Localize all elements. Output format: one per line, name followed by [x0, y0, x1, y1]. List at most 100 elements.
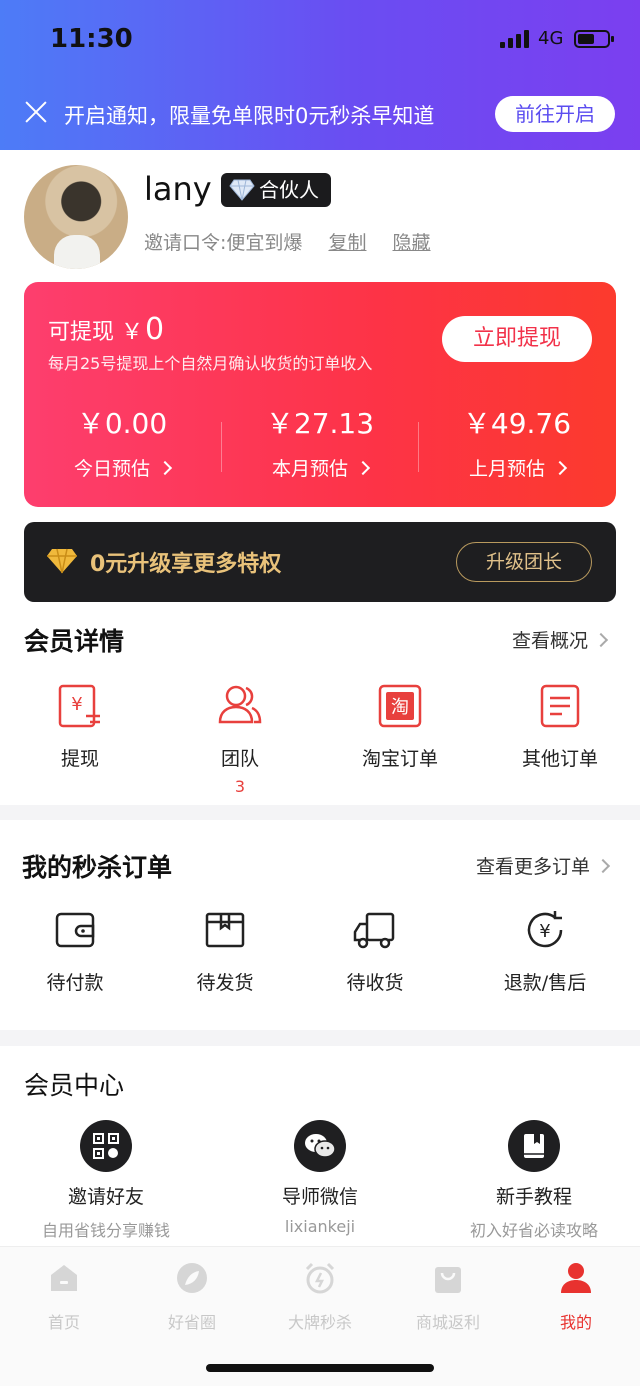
order-pending-payment[interactable]: 待付款 — [0, 906, 155, 995]
estimate-last-month[interactable]: ￥49.76 上月预估 — [419, 402, 615, 481]
view-overview-link[interactable]: 查看概况 — [512, 626, 609, 653]
tab-label: 商城返利 — [415, 1313, 480, 1332]
tab-circle[interactable]: 好省圈 — [128, 1261, 256, 1333]
team-count: 3 — [234, 777, 246, 796]
withdraw-label-row: 可提现 ￥0 — [48, 312, 164, 347]
estimate-label: 上月预估 — [468, 458, 545, 480]
bag-icon — [435, 1267, 461, 1293]
member-item-other-orders[interactable]: 其他订单 — [480, 682, 640, 771]
withdraw-now-button[interactable]: 立即提现 — [442, 316, 592, 362]
member-item-label: 淘宝订单 — [361, 748, 438, 770]
view-more-orders-label: 查看更多订单 — [476, 856, 591, 878]
mentor-wechat[interactable]: 导师微信 lixiankeji — [220, 1120, 420, 1236]
member-item-taobao-orders[interactable]: 淘 淘宝订单 — [320, 682, 480, 771]
network-type: 4G — [538, 28, 564, 49]
box-icon — [205, 912, 245, 948]
member-center-item-title: 新手教程 — [495, 1186, 572, 1208]
svg-text:淘: 淘 — [391, 697, 409, 718]
member-details-title: 会员详情 — [24, 627, 125, 656]
tab-label: 好省圈 — [167, 1313, 216, 1332]
estimate-label: 本月预估 — [271, 458, 348, 480]
gem-icon — [47, 548, 77, 574]
svg-text:¥: ¥ — [71, 694, 82, 715]
estimate-value: ￥27.13 — [265, 407, 375, 440]
status-time: 11:30 — [50, 24, 133, 54]
chevron-right-icon — [593, 632, 609, 648]
wechat-icon — [294, 1120, 346, 1172]
notification-banner: 开启通知，限量免单限时0元秒杀早知道 前往开启 — [0, 88, 640, 138]
member-item-label: 其他订单 — [521, 748, 598, 770]
tab-home[interactable]: 首页 — [0, 1261, 128, 1333]
invite-row: 邀请口令:便宜到爆 复制 隐藏 — [144, 228, 431, 255]
member-item-withdraw[interactable]: ¥ 提现 — [0, 682, 160, 771]
upgrade-text: 0元升级享更多特权 — [90, 552, 282, 577]
flash-orders-title: 我的秒杀订单 — [22, 853, 173, 882]
withdraw-amount: 0 — [145, 312, 165, 347]
tab-label: 我的 — [559, 1313, 592, 1332]
enable-notification-button[interactable]: 前往开启 — [495, 96, 615, 132]
member-center-item-sub: lixiankeji — [284, 1217, 356, 1236]
truck-icon — [353, 912, 395, 949]
member-badge: 合伙人 — [221, 173, 331, 207]
invite-friends[interactable]: 邀请好友 自用省钱分享赚钱 — [6, 1120, 206, 1241]
svg-text:¥: ¥ — [539, 921, 550, 942]
chevron-right-icon — [552, 460, 568, 476]
member-center-item-title: 邀请好友 — [67, 1186, 144, 1208]
estimate-value: ￥0.00 — [76, 407, 168, 440]
withdraw-card: 可提现 ￥0 每月25号提现上个自然月确认收货的订单收入 立即提现 ￥0.00 … — [24, 282, 616, 507]
estimate-today[interactable]: ￥0.00 今日预估 — [24, 402, 220, 481]
withdraw-note: 每月25号提现上个自然月确认收货的订单收入 — [48, 354, 373, 373]
order-pending-shipment[interactable]: 待发货 — [145, 906, 305, 995]
view-overview-label: 查看概况 — [512, 630, 589, 652]
upgrade-card[interactable]: 0元升级享更多特权 升级团长 — [24, 522, 616, 602]
chevron-right-icon — [355, 460, 371, 476]
member-item-team[interactable]: 团队 3 — [160, 682, 320, 796]
member-item-label: 提现 — [60, 748, 99, 770]
order-refund-aftersale[interactable]: ¥ 退款/售后 — [465, 906, 625, 995]
avatar[interactable] — [24, 165, 128, 269]
close-icon[interactable] — [22, 98, 50, 126]
username: lany — [144, 170, 212, 208]
member-center-title: 会员中心 — [24, 1071, 125, 1100]
notification-text: 开启通知，限量免单限时0元秒杀早知道 — [64, 104, 435, 128]
estimate-label: 今日预估 — [73, 458, 150, 480]
battery-icon — [574, 30, 614, 48]
team-icon — [218, 685, 262, 724]
user-icon — [561, 1263, 591, 1293]
tab-mine[interactable]: 我的 — [512, 1261, 640, 1333]
member-center-item-sub: 初入好省必读攻略 — [469, 1221, 598, 1240]
withdraw-label: 可提现 ￥ — [48, 320, 143, 345]
diamond-icon — [229, 179, 255, 201]
order-status-label: 待收货 — [346, 972, 404, 994]
order-status-label: 退款/售后 — [503, 972, 587, 994]
chevron-right-icon — [157, 460, 173, 476]
alarm-icon — [305, 1262, 335, 1294]
taobao-order-icon: 淘 — [378, 684, 422, 728]
book-icon — [508, 1120, 560, 1172]
member-center-item-title: 导师微信 — [281, 1186, 358, 1208]
withdraw-icon: ¥ — [58, 684, 100, 728]
qrcode-icon — [80, 1120, 132, 1172]
upgrade-button[interactable]: 升级团长 — [456, 542, 592, 582]
beginner-tutorial[interactable]: 新手教程 初入好省必读攻略 — [434, 1120, 634, 1241]
wallet-icon — [55, 912, 95, 948]
tab-label: 首页 — [47, 1313, 80, 1332]
tab-flash-sale[interactable]: 大牌秒杀 — [256, 1261, 384, 1333]
estimate-this-month[interactable]: ￥27.13 本月预估 — [222, 402, 418, 481]
status-bar: 11:30 4G — [0, 0, 640, 80]
tab-mall-rebate[interactable]: 商城返利 — [384, 1261, 512, 1333]
refund-icon: ¥ — [527, 911, 563, 948]
order-pending-receipt[interactable]: 待收货 — [295, 906, 455, 995]
other-order-icon — [540, 684, 580, 728]
chevron-right-icon — [595, 858, 611, 874]
home-icon — [51, 1265, 77, 1291]
member-badge-label: 合伙人 — [259, 178, 319, 202]
copy-link[interactable]: 复制 — [328, 232, 366, 254]
home-indicator — [206, 1364, 434, 1372]
view-more-orders-link[interactable]: 查看更多订单 — [476, 852, 611, 879]
leaf-icon — [177, 1263, 207, 1293]
hide-link[interactable]: 隐藏 — [393, 232, 431, 254]
order-status-label: 待发货 — [196, 972, 254, 994]
member-item-label: 团队 — [220, 748, 259, 770]
estimate-value: ￥49.76 — [462, 407, 572, 440]
